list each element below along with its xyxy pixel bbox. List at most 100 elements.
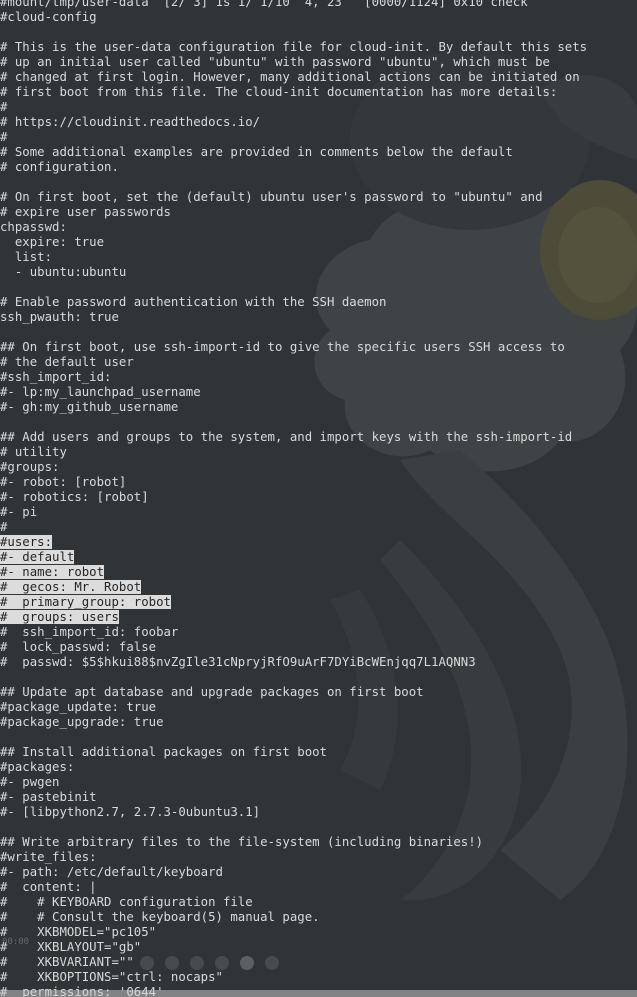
terminal-line-text: #write_files: [0, 850, 97, 864]
terminal-line-text: # This is the user-data configuration fi… [0, 40, 588, 54]
terminal-line[interactable]: # lock_passwd: false [0, 640, 156, 655]
terminal-line[interactable]: # utility [0, 445, 67, 460]
terminal-line-text: #package_upgrade: true [0, 715, 164, 729]
terminal-line-selected[interactable]: #- default [0, 550, 75, 565]
terminal-line-text: #- [libpython2.7, 2.7.3-0ubuntu3.1] [0, 805, 261, 819]
terminal-line[interactable]: #groups: [0, 460, 59, 475]
terminal-text-area[interactable]: #mount/tmp/user-data [2/ 3] 1s 1/ 1/10 4… [0, 0, 637, 997]
terminal-line[interactable]: #packages: [0, 760, 74, 775]
terminal-line[interactable]: ssh_pwauth: true [0, 310, 119, 325]
terminal-line[interactable]: # [0, 100, 7, 115]
terminal-line[interactable]: # Enable password authentication with th… [0, 295, 386, 310]
terminal-line-selected[interactable]: #users: [0, 535, 53, 550]
terminal-line[interactable]: # https://cloudinit.readthedocs.io/ [0, 115, 260, 130]
terminal-line-text: # On first boot, set the (default) ubunt… [0, 190, 543, 204]
media-timecode: 00:00 [2, 937, 30, 947]
terminal-line-text: ## Add users and groups to the system, a… [0, 430, 573, 444]
terminal-line[interactable]: list: [0, 250, 52, 265]
terminal-line-text: # https://cloudinit.readthedocs.io/ [0, 115, 261, 129]
terminal-line[interactable]: # content: | [0, 880, 97, 895]
terminal-line[interactable]: # the default user [0, 355, 134, 370]
terminal-line-text: # XKBVARIANT="" [0, 955, 134, 969]
terminal-line[interactable]: #- robot: [robot] [0, 475, 126, 490]
terminal-line[interactable]: #package_upgrade: true [0, 715, 164, 730]
terminal-line-text: #- path: /etc/default/keyboard [0, 865, 223, 879]
terminal-line-text: ## Write arbitrary files to the file-sys… [0, 835, 484, 849]
terminal-line[interactable]: chpasswd: [0, 220, 67, 235]
terminal-line-text: ## Install additional packages on first … [0, 745, 327, 759]
terminal-line-text: ssh_pwauth: true [0, 310, 119, 324]
terminal-line-text: #- pi [0, 505, 38, 519]
terminal-line[interactable]: #- path: /etc/default/keyboard [0, 865, 223, 880]
terminal-line-text: #mount/tmp/user-data [2/ 3] 1s 1/ 1/10 4… [0, 0, 528, 9]
terminal-line[interactable]: # # Consult the keyboard(5) manual page. [0, 910, 320, 925]
terminal-line-text: #cloud-config [0, 10, 97, 24]
terminal-line[interactable]: #- lp:my_launchpad_username [0, 385, 201, 400]
terminal-line[interactable]: # expire user passwords [0, 205, 171, 220]
terminal-line-text: #- gh:my_github_username [0, 400, 179, 414]
terminal-line[interactable]: expire: true [0, 235, 104, 250]
terminal-line-text: # [0, 100, 8, 114]
terminal-line-text: chpasswd: [0, 220, 67, 234]
terminal-line[interactable]: #write_files: [0, 850, 97, 865]
terminal-line[interactable]: # [0, 130, 7, 145]
terminal-line[interactable]: #- pastebinit [0, 790, 97, 805]
terminal-line-text: # Some additional examples are provided … [0, 145, 513, 159]
terminal-line[interactable]: # passwd: $5$hkui88$nvZgIle31cNpryjRfO9u… [0, 655, 476, 670]
terminal-line-selected[interactable]: # gecos: Mr. Robot [0, 580, 142, 595]
terminal-line[interactable]: # XKBOPTIONS="ctrl: nocaps" [0, 970, 223, 985]
terminal-line[interactable]: # On first boot, set the (default) ubunt… [0, 190, 543, 205]
terminal-line-text: # # Consult the keyboard(5) manual page. [0, 910, 320, 924]
terminal-line[interactable]: ## Update apt database and upgrade packa… [0, 685, 424, 700]
terminal-line-text: # configuration. [0, 160, 119, 174]
terminal-line[interactable]: # up an initial user called "ubuntu" wit… [0, 55, 550, 70]
terminal-line[interactable]: # ssh_import_id: foobar [0, 625, 178, 640]
terminal-line[interactable]: #- pi [0, 505, 37, 520]
terminal-line[interactable]: ## Write arbitrary files to the file-sys… [0, 835, 483, 850]
terminal-line-text: # utility [0, 445, 67, 459]
terminal-line-selected[interactable]: # groups: users [0, 610, 119, 625]
terminal-line[interactable]: ## Install additional packages on first … [0, 745, 327, 760]
terminal-status-bar [0, 990, 637, 997]
terminal-line[interactable]: #cloud-config [0, 10, 97, 25]
terminal-line-text: # content: | [0, 880, 97, 894]
terminal-line-selected[interactable]: #- name: robot [0, 565, 105, 580]
terminal-line[interactable]: #- robotics: [robot] [0, 490, 149, 505]
terminal-line-text: # primary_group: robot [0, 595, 171, 609]
terminal-line[interactable]: #- [libpython2.7, 2.7.3-0ubuntu3.1] [0, 805, 260, 820]
terminal-line-selected[interactable]: # primary_group: robot [0, 595, 171, 610]
terminal-line-text: # expire user passwords [0, 205, 171, 219]
terminal-line[interactable]: # [0, 520, 7, 535]
terminal-line[interactable]: # Some additional examples are provided … [0, 145, 513, 160]
terminal-line-text: # first boot from this file. The cloud-i… [0, 85, 558, 99]
terminal-line-text: #- name: robot [0, 565, 105, 579]
terminal-line[interactable]: #package_update: true [0, 700, 156, 715]
terminal-line[interactable]: #- gh:my_github_username [0, 400, 178, 415]
terminal-line-text: #ssh_import_id: [0, 370, 112, 384]
terminal-line[interactable]: #ssh_import_id: [0, 370, 111, 385]
terminal-line[interactable]: # changed at first login. However, many … [0, 70, 580, 85]
terminal-line-text: # XKBOPTIONS="ctrl: nocaps" [0, 970, 223, 984]
terminal-line-text: # up an initial user called "ubuntu" wit… [0, 55, 550, 69]
terminal-line[interactable]: #mount/tmp/user-data [2/ 3] 1s 1/ 1/10 4… [0, 0, 528, 10]
terminal-line[interactable]: #- pwgen [0, 775, 59, 790]
terminal-line[interactable]: # configuration. [0, 160, 119, 175]
terminal-line[interactable]: # # KEYBOARD configuration file [0, 895, 253, 910]
terminal-line-text: ## Update apt database and upgrade packa… [0, 685, 424, 699]
terminal-line-text: #- robotics: [robot] [0, 490, 149, 504]
terminal-line-text: #- lp:my_launchpad_username [0, 385, 201, 399]
terminal-line-text: #- default [0, 550, 75, 564]
terminal-line[interactable]: ## On first boot, use ssh-import-id to g… [0, 340, 565, 355]
terminal-line-text: # changed at first login. However, many … [0, 70, 580, 84]
terminal-line-text: #- pwgen [0, 775, 60, 789]
terminal-line-text: expire: true [0, 235, 105, 249]
terminal-line-text: # groups: users [0, 610, 119, 624]
terminal-line[interactable]: # XKBVARIANT="" [0, 955, 134, 970]
terminal-line-text: - ubuntu:ubuntu [0, 265, 127, 279]
terminal-line[interactable]: - ubuntu:ubuntu [0, 265, 126, 280]
terminal-line[interactable]: # first boot from this file. The cloud-i… [0, 85, 557, 100]
terminal-line[interactable]: ## Add users and groups to the system, a… [0, 430, 572, 445]
terminal-line[interactable]: # This is the user-data configuration fi… [0, 40, 587, 55]
terminal-line-text: #groups: [0, 460, 60, 474]
terminal-line-text: # passwd: $5$hkui88$nvZgIle31cNpryjRfO9u… [0, 655, 476, 669]
